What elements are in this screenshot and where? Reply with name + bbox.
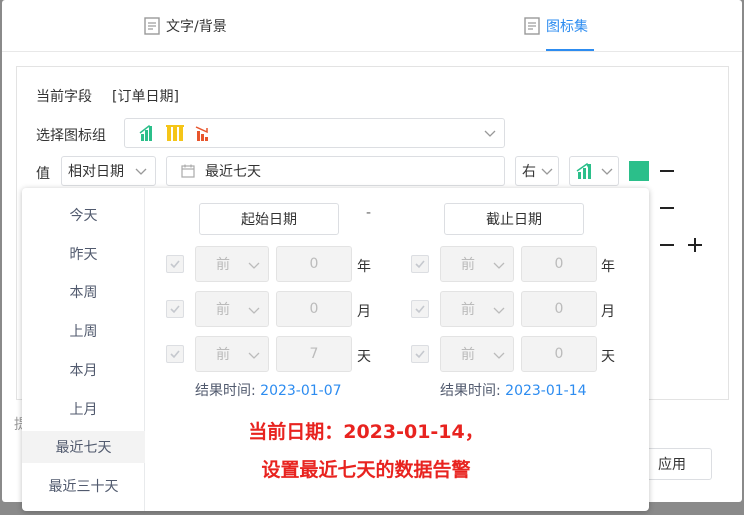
document-icon	[144, 17, 160, 35]
check-icon	[170, 350, 180, 359]
end-day-input[interactable]: 0	[521, 336, 597, 372]
direction-text: 前	[216, 257, 230, 273]
color-swatch[interactable]	[629, 161, 649, 181]
chevron-down-icon	[493, 352, 505, 359]
current-field-label: 当前字段	[36, 89, 92, 105]
value-label: 值	[36, 166, 50, 182]
annotation-line-1: 当前日期：2023-01-14，	[248, 421, 484, 443]
value-type-select-text: 相对日期	[68, 164, 124, 180]
bar-chart-up-icon	[576, 162, 591, 179]
direction-text: 前	[461, 302, 475, 318]
check-icon	[170, 305, 180, 314]
start-day-direction-select[interactable]: 前	[195, 336, 269, 372]
unit-label: 天	[357, 349, 371, 365]
start-year-direction-select[interactable]: 前	[195, 246, 269, 282]
active-tab-indicator	[546, 49, 594, 51]
tab-bar: 文字/背景 图标集	[2, 0, 742, 52]
unit-label: 年	[601, 259, 615, 275]
end-day-checkbox[interactable]	[411, 345, 429, 363]
shortcut-yesterday[interactable]: 昨天	[22, 238, 145, 270]
chevron-down-icon	[493, 262, 505, 269]
result-label: 结果时间:	[440, 383, 501, 399]
shortcut-this-month[interactable]: 本月	[22, 354, 145, 386]
calendar-icon	[181, 164, 195, 178]
document-icon	[524, 17, 540, 35]
chevron-down-icon	[601, 168, 613, 175]
start-month-checkbox[interactable]	[166, 300, 184, 318]
add-row-icon[interactable]	[688, 238, 702, 252]
icon-group-select[interactable]	[124, 118, 505, 148]
icon-group-preview-icon	[139, 124, 208, 141]
value-type-select[interactable]: 相对日期	[61, 156, 156, 186]
date-range-input[interactable]: 最近七天	[166, 156, 505, 186]
chevron-down-icon	[484, 130, 496, 137]
unit-label: 天	[601, 349, 615, 365]
end-day-direction-select[interactable]: 前	[440, 336, 514, 372]
check-icon	[415, 305, 425, 314]
check-icon	[415, 350, 425, 359]
tab-label: 图标集	[546, 19, 588, 35]
direction-text: 前	[216, 347, 230, 363]
start-day-input[interactable]: 7	[276, 336, 352, 372]
end-result-date: 2023-01-14	[505, 383, 587, 399]
range-separator: -	[366, 205, 372, 221]
start-result: 结果时间: 2023-01-07	[195, 380, 342, 400]
chevron-down-icon	[248, 352, 260, 359]
chevron-down-icon	[248, 262, 260, 269]
chevron-down-icon	[541, 168, 553, 175]
end-date-button[interactable]: 截止日期	[444, 203, 584, 235]
direction-text: 前	[461, 347, 475, 363]
tab-label: 文字/背景	[166, 19, 227, 35]
start-year-checkbox[interactable]	[166, 255, 184, 273]
end-year-input[interactable]: 0	[521, 246, 597, 282]
position-select-text: 右	[522, 164, 536, 180]
chevron-down-icon	[135, 168, 147, 175]
start-month-input[interactable]: 0	[276, 291, 352, 327]
direction-text: 前	[216, 302, 230, 318]
check-icon	[170, 260, 180, 269]
tab-icon-set[interactable]: 图标集	[524, 16, 588, 36]
end-result: 结果时间: 2023-01-14	[440, 380, 587, 400]
end-year-direction-select[interactable]: 前	[440, 246, 514, 282]
current-field-value: [订单日期]	[112, 89, 179, 105]
shortcut-last-week[interactable]: 上周	[22, 315, 145, 347]
shortcut-this-week[interactable]: 本周	[22, 276, 145, 308]
remove-row-icon[interactable]	[660, 170, 674, 172]
chevron-down-icon	[493, 307, 505, 314]
result-label: 结果时间:	[195, 383, 256, 399]
direction-text: 前	[461, 257, 475, 273]
shortcut-today[interactable]: 今天	[22, 199, 145, 231]
tab-text-background[interactable]: 文字/背景	[144, 16, 227, 36]
date-range-text: 最近七天	[205, 164, 261, 180]
position-select[interactable]: 右	[515, 156, 559, 186]
end-month-checkbox[interactable]	[411, 300, 429, 318]
start-year-input[interactable]: 0	[276, 246, 352, 282]
unit-label: 月	[357, 304, 371, 320]
start-month-direction-select[interactable]: 前	[195, 291, 269, 327]
end-month-input[interactable]: 0	[521, 291, 597, 327]
check-icon	[415, 260, 425, 269]
remove-row-icon[interactable]	[660, 244, 674, 246]
start-day-checkbox[interactable]	[166, 345, 184, 363]
unit-label: 月	[601, 304, 615, 320]
annotation-line-2: 设置最近七天的数据告警	[261, 459, 471, 481]
remove-row-icon[interactable]	[660, 207, 674, 209]
icon-select[interactable]	[569, 156, 619, 186]
icon-group-label: 选择图标组	[36, 128, 106, 144]
end-year-checkbox[interactable]	[411, 255, 429, 273]
unit-label: 年	[357, 259, 371, 275]
end-month-direction-select[interactable]: 前	[440, 291, 514, 327]
start-date-button[interactable]: 起始日期	[199, 203, 339, 235]
start-result-date: 2023-01-07	[260, 383, 342, 399]
chevron-down-icon	[248, 307, 260, 314]
